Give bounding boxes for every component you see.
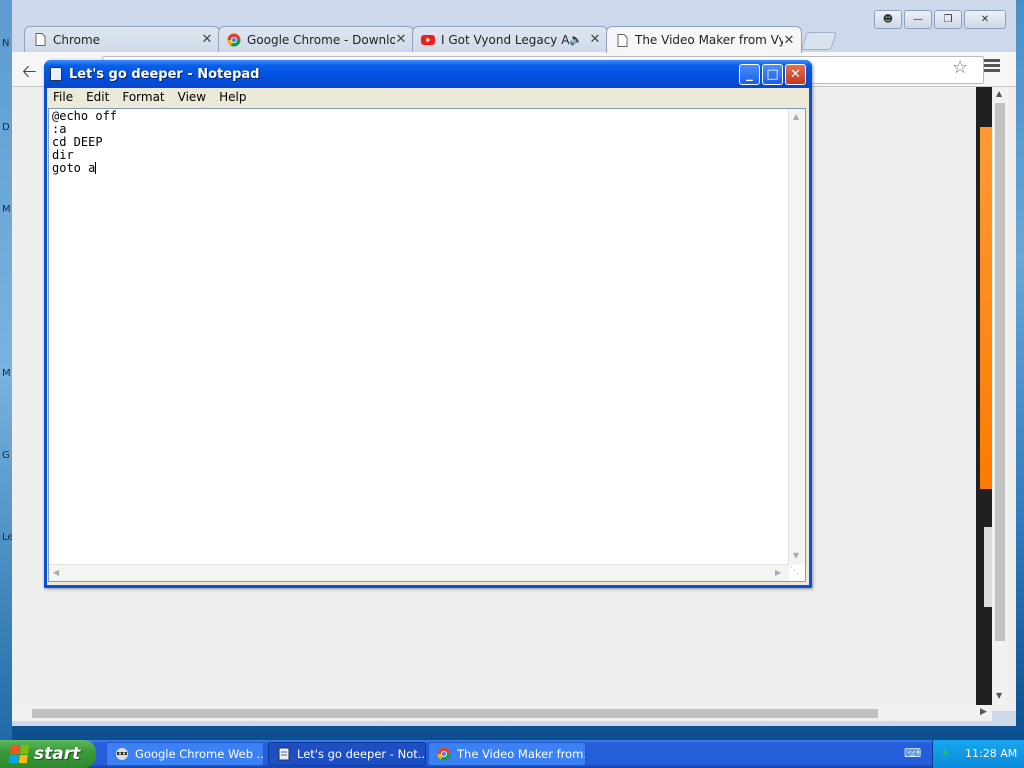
tab-label: I Got Vyond Legacy ACS (441, 32, 570, 47)
taskbar-item-label: Let's go deeper - Not... (297, 747, 425, 761)
tab-label: Google Chrome - Download t (247, 32, 395, 47)
minimize-button[interactable]: _ (739, 64, 760, 85)
tab-youtube[interactable]: I Got Vyond Legacy ACS 🔈 ✕ (412, 26, 608, 52)
system-tray: ⚡ 11:28 AM (932, 740, 1024, 768)
tab-label: Chrome (53, 32, 101, 47)
vertical-scrollbar[interactable]: ▲ ▼ (788, 109, 805, 565)
scroll-left-icon[interactable]: ◀ (53, 568, 59, 577)
maximize-button[interactable]: □ (762, 64, 783, 85)
tab-label: The Video Maker from Vyond (635, 33, 783, 47)
user-icon[interactable]: ☻ (874, 10, 902, 29)
scroll-right-icon[interactable]: ▶ (980, 707, 987, 717)
chrome-logo-icon (437, 747, 451, 761)
title-bar[interactable]: Let's go deeper - Notepad _ □ ✕ (44, 60, 812, 88)
restore-button[interactable]: ❐ (934, 10, 962, 29)
taskbar-item-label: Google Chrome Web ... (135, 747, 263, 761)
window-title: Let's go deeper - Notepad (69, 67, 260, 82)
scroll-down-icon[interactable]: ▼ (793, 551, 799, 560)
network-icon[interactable]: ⚡ (941, 746, 949, 760)
keyboard-icon[interactable]: ⌨ (904, 746, 921, 760)
taskbar-item-video-maker[interactable]: The Video Maker from... (428, 742, 586, 766)
scroll-up-icon[interactable]: ▲ (793, 112, 799, 121)
taskbar-item-notepad[interactable]: Let's go deeper - Not... (268, 742, 426, 766)
taskbar-item-label: The Video Maker from... (457, 747, 585, 761)
notepad-window: Let's go deeper - Notepad _ □ ✕ File Edi… (44, 60, 812, 588)
scroll-right-icon[interactable]: ▶ (775, 568, 781, 577)
start-label: start (34, 744, 81, 764)
notepad-body: File Edit Format View Help @echo off :a … (47, 88, 809, 585)
raccoon-icon (115, 747, 129, 761)
desktop-edge: N D M M G Le (0, 0, 14, 740)
scroll-up-icon[interactable]: ▲ (996, 89, 1002, 98)
menu-bar: File Edit Format View Help (47, 88, 809, 107)
menu-view[interactable]: View (172, 88, 213, 107)
menu-icon[interactable] (984, 59, 1000, 74)
windows-logo-icon (8, 745, 30, 763)
speaker-icon[interactable]: 🔈 (569, 33, 583, 46)
document-content: @echo off :a cd DEEP dir goto a (52, 109, 118, 175)
scroll-down-icon[interactable]: ▼ (996, 691, 1002, 700)
menu-file[interactable]: File (47, 88, 80, 107)
close-icon[interactable]: ✕ (395, 32, 407, 47)
tab-video-maker[interactable]: The Video Maker from Vyond ✕ (606, 26, 802, 53)
resize-grip-icon[interactable]: ⋱ (790, 566, 804, 580)
window-controls: ☻ — ❐ ✕ (874, 10, 1006, 29)
vertical-scrollbar[interactable]: ▲ ▼ (992, 87, 1008, 705)
youtube-icon (421, 33, 435, 47)
chrome-logo-icon (227, 33, 241, 47)
desktop-icon-label[interactable]: N (2, 38, 9, 49)
tab-chrome[interactable]: Chrome ✕ (24, 26, 220, 52)
text-editor[interactable]: @echo off :a cd DEEP dir goto a ▲ ▼ ◀ ▶ … (48, 108, 806, 582)
close-button[interactable]: ✕ (785, 64, 806, 85)
editor-text[interactable]: @echo off :a cd DEEP dir goto a (52, 110, 788, 562)
taskbar: start Google Chrome Web ... Let's go dee… (0, 740, 1024, 768)
close-button[interactable]: ✕ (964, 10, 1006, 29)
close-icon[interactable]: ✕ (783, 33, 795, 48)
menu-edit[interactable]: Edit (80, 88, 116, 107)
horizontal-scrollbar[interactable]: ▶ (12, 705, 992, 721)
page-accent-bar (980, 127, 992, 489)
menu-format[interactable]: Format (116, 88, 171, 107)
scrollbar-thumb[interactable] (995, 103, 1005, 641)
close-icon[interactable]: ✕ (201, 32, 213, 47)
notepad-icon (277, 747, 291, 761)
page-icon (33, 33, 47, 47)
text-caret (95, 162, 97, 174)
clock[interactable]: 11:28 AM (965, 747, 1017, 760)
tab-google-chrome-download[interactable]: Google Chrome - Download t ✕ (218, 26, 414, 52)
new-tab-button[interactable] (801, 32, 837, 50)
desktop-icon-label[interactable]: G (2, 450, 10, 461)
bookmark-star-icon[interactable]: ☆ (952, 57, 968, 78)
horizontal-scrollbar[interactable]: ◀ ▶ (49, 564, 789, 581)
tab-strip: Chrome ✕ Google Chrome - Download t ✕ I … (12, 0, 1016, 53)
page-side-widget (984, 527, 992, 607)
menu-help[interactable]: Help (213, 88, 253, 107)
scrollbar-thumb[interactable] (32, 709, 878, 718)
start-button[interactable]: start (0, 740, 96, 768)
desktop-icon-label[interactable]: M (2, 204, 11, 215)
minimize-button[interactable]: — (904, 10, 932, 29)
close-icon[interactable]: ✕ (589, 32, 601, 47)
back-arrow-icon[interactable]: 🡠 (22, 59, 37, 89)
notepad-icon (50, 67, 62, 81)
desktop-icon-label[interactable]: D (2, 122, 10, 133)
page-icon (615, 33, 629, 47)
taskbar-item-chrome-web[interactable]: Google Chrome Web ... (106, 742, 264, 766)
desktop-icon-label[interactable]: M (2, 368, 11, 379)
